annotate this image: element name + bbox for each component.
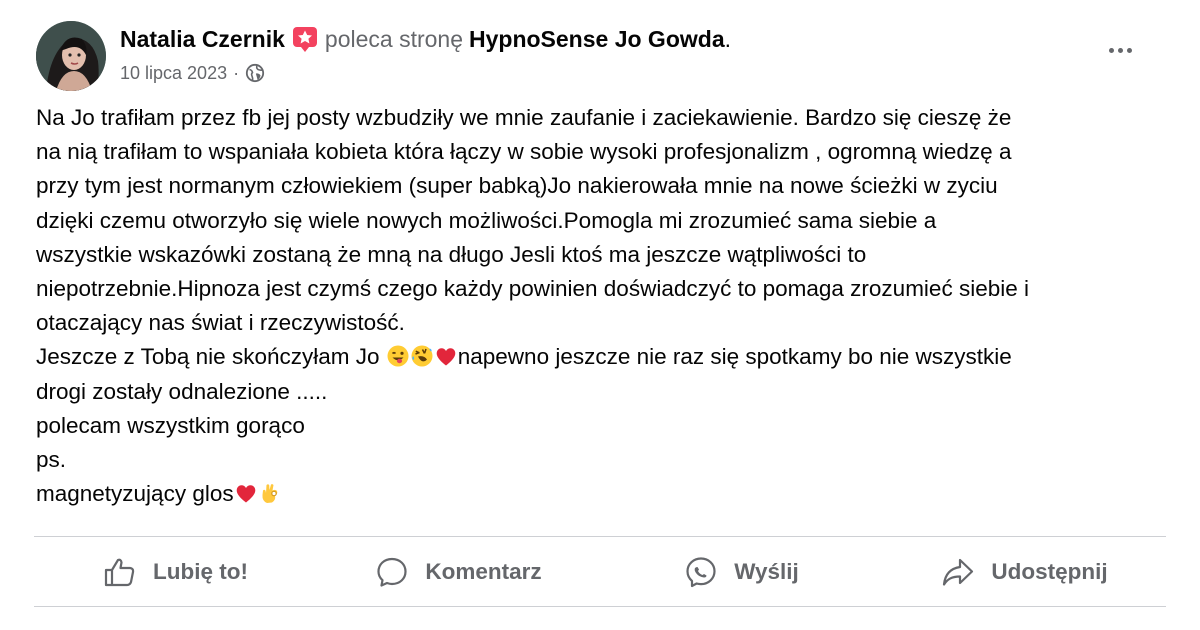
post-text: Na Jo trafiłam przez fb jej posty wzbudz… xyxy=(36,101,1176,511)
divider xyxy=(34,606,1166,607)
ok-hand-emoji xyxy=(258,481,282,505)
winking-tongue-face-emoji xyxy=(386,344,410,368)
messenger-icon xyxy=(684,555,718,589)
globe-icon[interactable] xyxy=(245,63,265,83)
post-meta: 10 lipca 2023 · xyxy=(120,60,265,86)
post-text-line: polecam wszystkim gorąco xyxy=(36,412,305,438)
send-button[interactable]: Wyślij xyxy=(600,537,883,606)
post-text-line: ps. xyxy=(36,447,67,473)
post-text-line: Jeszcze z Tobą nie skończyłam Jo napewno… xyxy=(36,340,1176,374)
header-period: . xyxy=(724,26,731,52)
more-options-icon[interactable] xyxy=(1100,38,1140,62)
post-text-segment: Jeszcze z Tobą nie skończyłam Jo xyxy=(36,344,386,370)
like-label: Lubię to! xyxy=(153,558,248,584)
meta-separator: · xyxy=(233,63,240,83)
author-name[interactable]: Natalia Czernik xyxy=(120,24,285,54)
red-heart-emoji xyxy=(234,481,258,505)
post-text-line: wszystkie wskazówki zostaną że mną na dł… xyxy=(36,241,867,267)
share-label: Udostępnij xyxy=(991,558,1108,584)
post-text-line: otaczający nas świat i rzeczywistość. xyxy=(36,310,405,336)
post-text-segment: magnetyzujący glos xyxy=(36,481,234,507)
post-date[interactable]: 10 lipca 2023 xyxy=(120,60,227,86)
recommend-badge-icon xyxy=(291,25,319,53)
red-heart-emoji xyxy=(434,344,458,368)
action-bar: Lubię to! Komentarz Wyślij Udostępnij xyxy=(34,537,1166,606)
comment-button[interactable]: Komentarz xyxy=(317,537,600,606)
dot xyxy=(1117,47,1123,53)
like-button[interactable]: Lubię to! xyxy=(34,537,317,606)
post-text-line: przy tym jest normanym człowiekiem (supe… xyxy=(36,173,998,199)
post-text-segment: napewno jeszcze nie raz się spotkamy bo … xyxy=(457,344,1012,370)
post-text-line: dzięki czemu otworzyło się wiele nowych … xyxy=(36,207,937,233)
share-icon xyxy=(941,555,975,589)
recommend-verb: poleca stronę xyxy=(324,26,463,52)
page-name[interactable]: HypnoSense Jo Gowda xyxy=(469,24,725,54)
post-text-line: na nią trafiłam to wspaniała kobieta któ… xyxy=(36,139,1012,165)
post-header: Natalia Czernik poleca stronę HypnoSense… xyxy=(120,24,731,54)
dot xyxy=(1126,47,1132,53)
post-text-line: magnetyzujący glos xyxy=(36,477,1176,511)
dot xyxy=(1108,47,1114,53)
post-text-line: drogi zostały odnalezione ..... xyxy=(36,378,328,404)
send-label: Wyślij xyxy=(734,558,799,584)
comment-label: Komentarz xyxy=(425,558,542,584)
facebook-post: Natalia Czernik poleca stronę HypnoSense… xyxy=(0,0,1200,630)
post-text-line: Na Jo trafiłam przez fb jej posty wzbudz… xyxy=(36,105,1012,130)
comment-icon xyxy=(375,555,409,589)
share-button[interactable]: Udostępnij xyxy=(883,537,1166,606)
thumbs-up-icon xyxy=(103,555,137,589)
rolling-laughing-face-emoji xyxy=(410,344,434,368)
author-avatar[interactable] xyxy=(36,21,106,91)
post-text-line: niepotrzebnie.Hipnoza jest czymś czego k… xyxy=(36,276,1029,302)
